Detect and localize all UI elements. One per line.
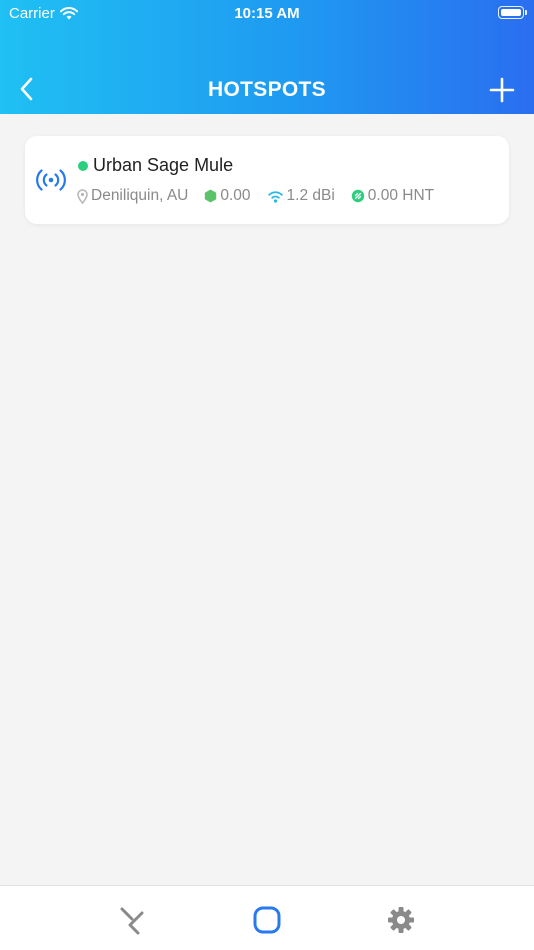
hotspot-score: 0.00 (220, 187, 251, 204)
tab-helium[interactable] (112, 900, 152, 940)
hotspot-card[interactable]: Urban Sage Mule Deniliquin, AU 0.00 1.2 … (25, 136, 509, 224)
tab-hotspots[interactable] (247, 900, 287, 940)
hotspot-location: Deniliquin, AU (91, 187, 189, 204)
gain-item: 1.2 dBi (267, 187, 335, 205)
hotspot-signal-icon (36, 169, 66, 191)
tab-bar (0, 885, 534, 950)
header: Carrier 10:15 AM HOTSPOTS (0, 0, 534, 114)
hotspot-earnings: 0.00 HNT (367, 187, 435, 204)
status-bar: Carrier 10:15 AM (0, 0, 534, 28)
wifi-gain-icon (267, 190, 283, 203)
status-time: 10:15 AM (234, 5, 300, 22)
earnings-item: 0.00 HNT (351, 187, 434, 205)
gear-icon (388, 907, 414, 933)
hotspots-screen: Carrier 10:15 AM HOTSPOTS Urban Sage Mul… (0, 0, 534, 950)
hotspot-name: Urban Sage Mule (93, 155, 234, 175)
hotspot-square-icon (253, 906, 281, 934)
add-hotspot-button[interactable] (488, 76, 516, 104)
tab-settings[interactable] (381, 900, 421, 940)
helium-logo-icon (120, 907, 144, 935)
battery-icon (498, 6, 527, 19)
hotspot-gain: 1.2 dBi (286, 187, 335, 204)
location-pin-icon (77, 188, 88, 204)
hexagon-score-icon (205, 189, 217, 203)
page-title: HOTSPOTS (208, 78, 326, 101)
hotspot-meta-row: Deniliquin, AU 0.00 1.2 dBi 0.00 HNT (77, 187, 450, 205)
online-status-dot (78, 160, 88, 171)
score-item: 0.00 (204, 187, 251, 205)
hotspot-name-row: Urban Sage Mule (78, 155, 233, 176)
hnt-token-icon (351, 189, 364, 203)
plus-icon (489, 77, 515, 103)
location-item: Deniliquin, AU (77, 187, 188, 205)
